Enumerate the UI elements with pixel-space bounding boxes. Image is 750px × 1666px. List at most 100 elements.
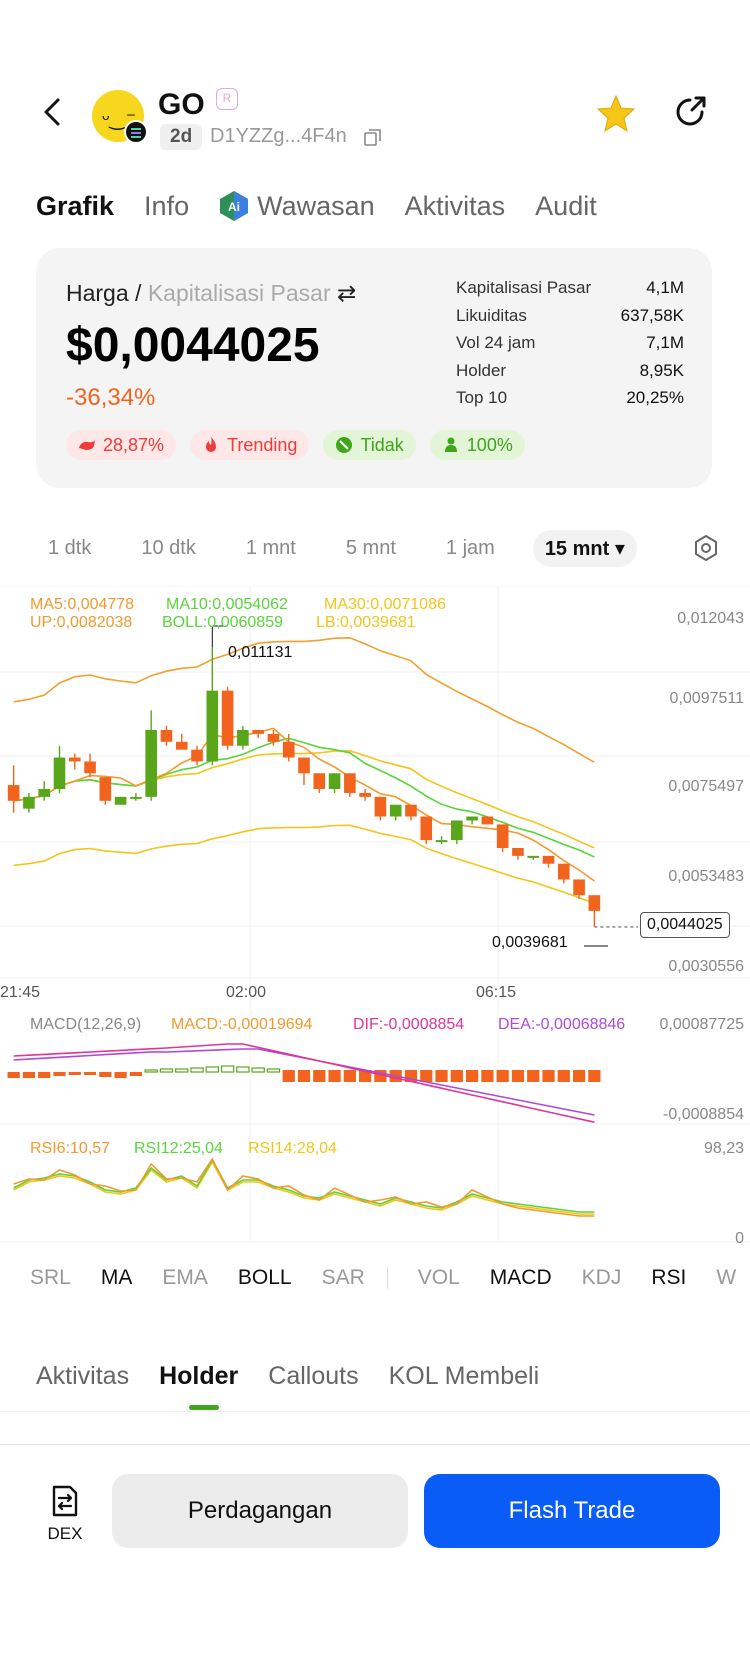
trade-button[interactable]: Perdagangan bbox=[112, 1474, 408, 1548]
indicator-ma[interactable]: MA bbox=[101, 1266, 133, 1290]
candle-body bbox=[99, 777, 112, 801]
whale-icon bbox=[79, 440, 95, 450]
stat-row: Likuiditas 637,58K bbox=[456, 306, 684, 334]
macd-bar bbox=[313, 1070, 326, 1082]
candle-body bbox=[405, 804, 417, 817]
indicator-boll[interactable]: BOLL bbox=[238, 1266, 292, 1290]
tab-holder[interactable]: Holder bbox=[159, 1362, 238, 1391]
indicator-w[interactable]: W bbox=[716, 1266, 736, 1290]
stat-value: 7,1M bbox=[646, 333, 684, 352]
macd-bar bbox=[114, 1072, 127, 1078]
interval-1s[interactable]: 1 dtk bbox=[36, 531, 103, 566]
candle-body bbox=[420, 816, 433, 841]
main-tabs: Grafik Info Ai Wawasan Aktivitas Audit bbox=[36, 186, 627, 226]
stat-label: Likuiditas bbox=[456, 305, 527, 325]
candle-body bbox=[496, 824, 509, 848]
y-tick: 0,0053483 bbox=[668, 868, 744, 885]
macd-bar bbox=[343, 1070, 356, 1082]
interval-5m[interactable]: 5 mnt bbox=[334, 531, 408, 566]
candle-body bbox=[573, 879, 585, 896]
rsi-y-tick: 98,23 bbox=[703, 1140, 744, 1157]
candle-body bbox=[435, 840, 448, 843]
contract-address[interactable]: D1YZZg...4F4n bbox=[210, 125, 347, 148]
last-price-label: 0,0044025 bbox=[640, 912, 730, 938]
candle-body bbox=[374, 796, 387, 817]
mintable-chip[interactable]: Tidak bbox=[323, 430, 416, 460]
macd-bar bbox=[38, 1072, 51, 1078]
price-toggle[interactable]: Harga / Kapitalisasi Pasar ⇄ bbox=[66, 280, 356, 307]
macd-bar bbox=[205, 1066, 220, 1073]
interval-15m-dropdown[interactable]: 15 mnt ▾ bbox=[532, 529, 637, 567]
candle-body bbox=[313, 773, 326, 789]
indicator-kdj[interactable]: KDJ bbox=[582, 1266, 622, 1290]
candle-body bbox=[328, 773, 341, 789]
tab-aktivitas-bottom[interactable]: Aktivitas bbox=[36, 1362, 129, 1391]
token-header: ᵕ‿⁻ GO R 2d D1YZZg...4F4n bbox=[0, 80, 750, 160]
indicator-rsi[interactable]: RSI bbox=[651, 1266, 686, 1290]
divider bbox=[0, 1444, 750, 1445]
ai-insight-icon: Ai bbox=[220, 191, 249, 221]
macd-bar bbox=[190, 1067, 204, 1073]
candle-body bbox=[130, 796, 142, 799]
indicator-macd[interactable]: MACD bbox=[490, 1266, 552, 1290]
rsi6-legend: RSI6:10,57 bbox=[30, 1140, 111, 1157]
interval-1h[interactable]: 1 jam bbox=[434, 531, 507, 566]
legend-lb: LB:0,0039681 bbox=[316, 614, 416, 631]
trending-chip[interactable]: Trending bbox=[190, 430, 310, 460]
dex-icon bbox=[52, 1485, 78, 1517]
back-arrow-icon[interactable] bbox=[36, 94, 72, 130]
macd-bar bbox=[22, 1072, 36, 1078]
tab-aktivitas[interactable]: Aktivitas bbox=[405, 191, 506, 222]
tab-wawasan[interactable]: Ai Wawasan bbox=[219, 190, 375, 222]
chart-settings-icon[interactable] bbox=[692, 534, 720, 562]
y-tick: 0,012043 bbox=[677, 610, 744, 627]
flash-trade-button[interactable]: Flash Trade bbox=[424, 1474, 720, 1548]
candle-body bbox=[466, 816, 478, 821]
candle-body bbox=[481, 816, 494, 825]
price-value: $0,0044025 bbox=[66, 319, 320, 372]
macd-bar bbox=[220, 1065, 235, 1073]
macd-y-tick: 0,00087725 bbox=[659, 1016, 744, 1033]
tab-audit[interactable]: Audit bbox=[535, 191, 597, 222]
candle-body bbox=[267, 733, 280, 742]
holder-chip[interactable]: 100% bbox=[429, 430, 525, 460]
tab-info[interactable]: Info bbox=[144, 191, 189, 222]
price-chart[interactable]: MA5:0,004778 MA10:0,0054062 MA30:0,00710… bbox=[0, 586, 750, 1247]
macd-bar bbox=[159, 1068, 174, 1073]
tab-grafik[interactable]: Grafik bbox=[36, 191, 114, 222]
macd-bar bbox=[588, 1070, 601, 1082]
macd-bar bbox=[557, 1070, 570, 1082]
candle-body bbox=[557, 863, 570, 880]
macd-y-tick: -0,0008854 bbox=[663, 1106, 744, 1123]
share-icon[interactable] bbox=[672, 94, 708, 130]
macd-bar bbox=[297, 1070, 311, 1082]
legend-ma10: MA10:0,0054062 bbox=[166, 596, 288, 613]
macd-bar bbox=[7, 1072, 20, 1078]
interval-10s[interactable]: 10 dtk bbox=[129, 531, 207, 566]
star-icon[interactable] bbox=[596, 94, 636, 134]
indicator-vol[interactable]: VOL bbox=[418, 1266, 460, 1290]
dex-label: DEX bbox=[47, 1524, 83, 1543]
indicator-sar[interactable]: SAR bbox=[322, 1266, 365, 1290]
stat-row: Top 10 20,25% bbox=[456, 388, 684, 416]
tab-kol-membeli[interactable]: KOL Membeli bbox=[389, 1362, 540, 1391]
indicator-ema[interactable]: EMA bbox=[162, 1266, 208, 1290]
x-tick: 06:15 bbox=[476, 984, 517, 1001]
token-name: GO bbox=[158, 88, 205, 121]
verified-badge-icon: R bbox=[216, 88, 238, 110]
legend-ma5: MA5:0,004778 bbox=[30, 596, 135, 613]
indicator-srl[interactable]: SRL bbox=[30, 1266, 71, 1290]
candle-body bbox=[527, 855, 540, 858]
interval-1m[interactable]: 1 mnt bbox=[234, 531, 308, 566]
candle-body bbox=[53, 757, 66, 789]
chart-canvas[interactable] bbox=[0, 586, 750, 1246]
dex-button[interactable]: DEX bbox=[40, 1484, 90, 1544]
stat-row: Vol 24 jam 7,1M bbox=[456, 333, 684, 361]
trending-chip-text: Trending bbox=[227, 434, 298, 455]
tab-callouts[interactable]: Callouts bbox=[268, 1362, 358, 1391]
macd-bar bbox=[542, 1070, 555, 1082]
copy-icon[interactable] bbox=[364, 128, 382, 146]
whale-chip[interactable]: 28,87% bbox=[66, 430, 177, 460]
rsi12-legend: RSI12:25,04 bbox=[134, 1140, 223, 1157]
legend-up: UP:0,0082038 bbox=[30, 614, 133, 631]
